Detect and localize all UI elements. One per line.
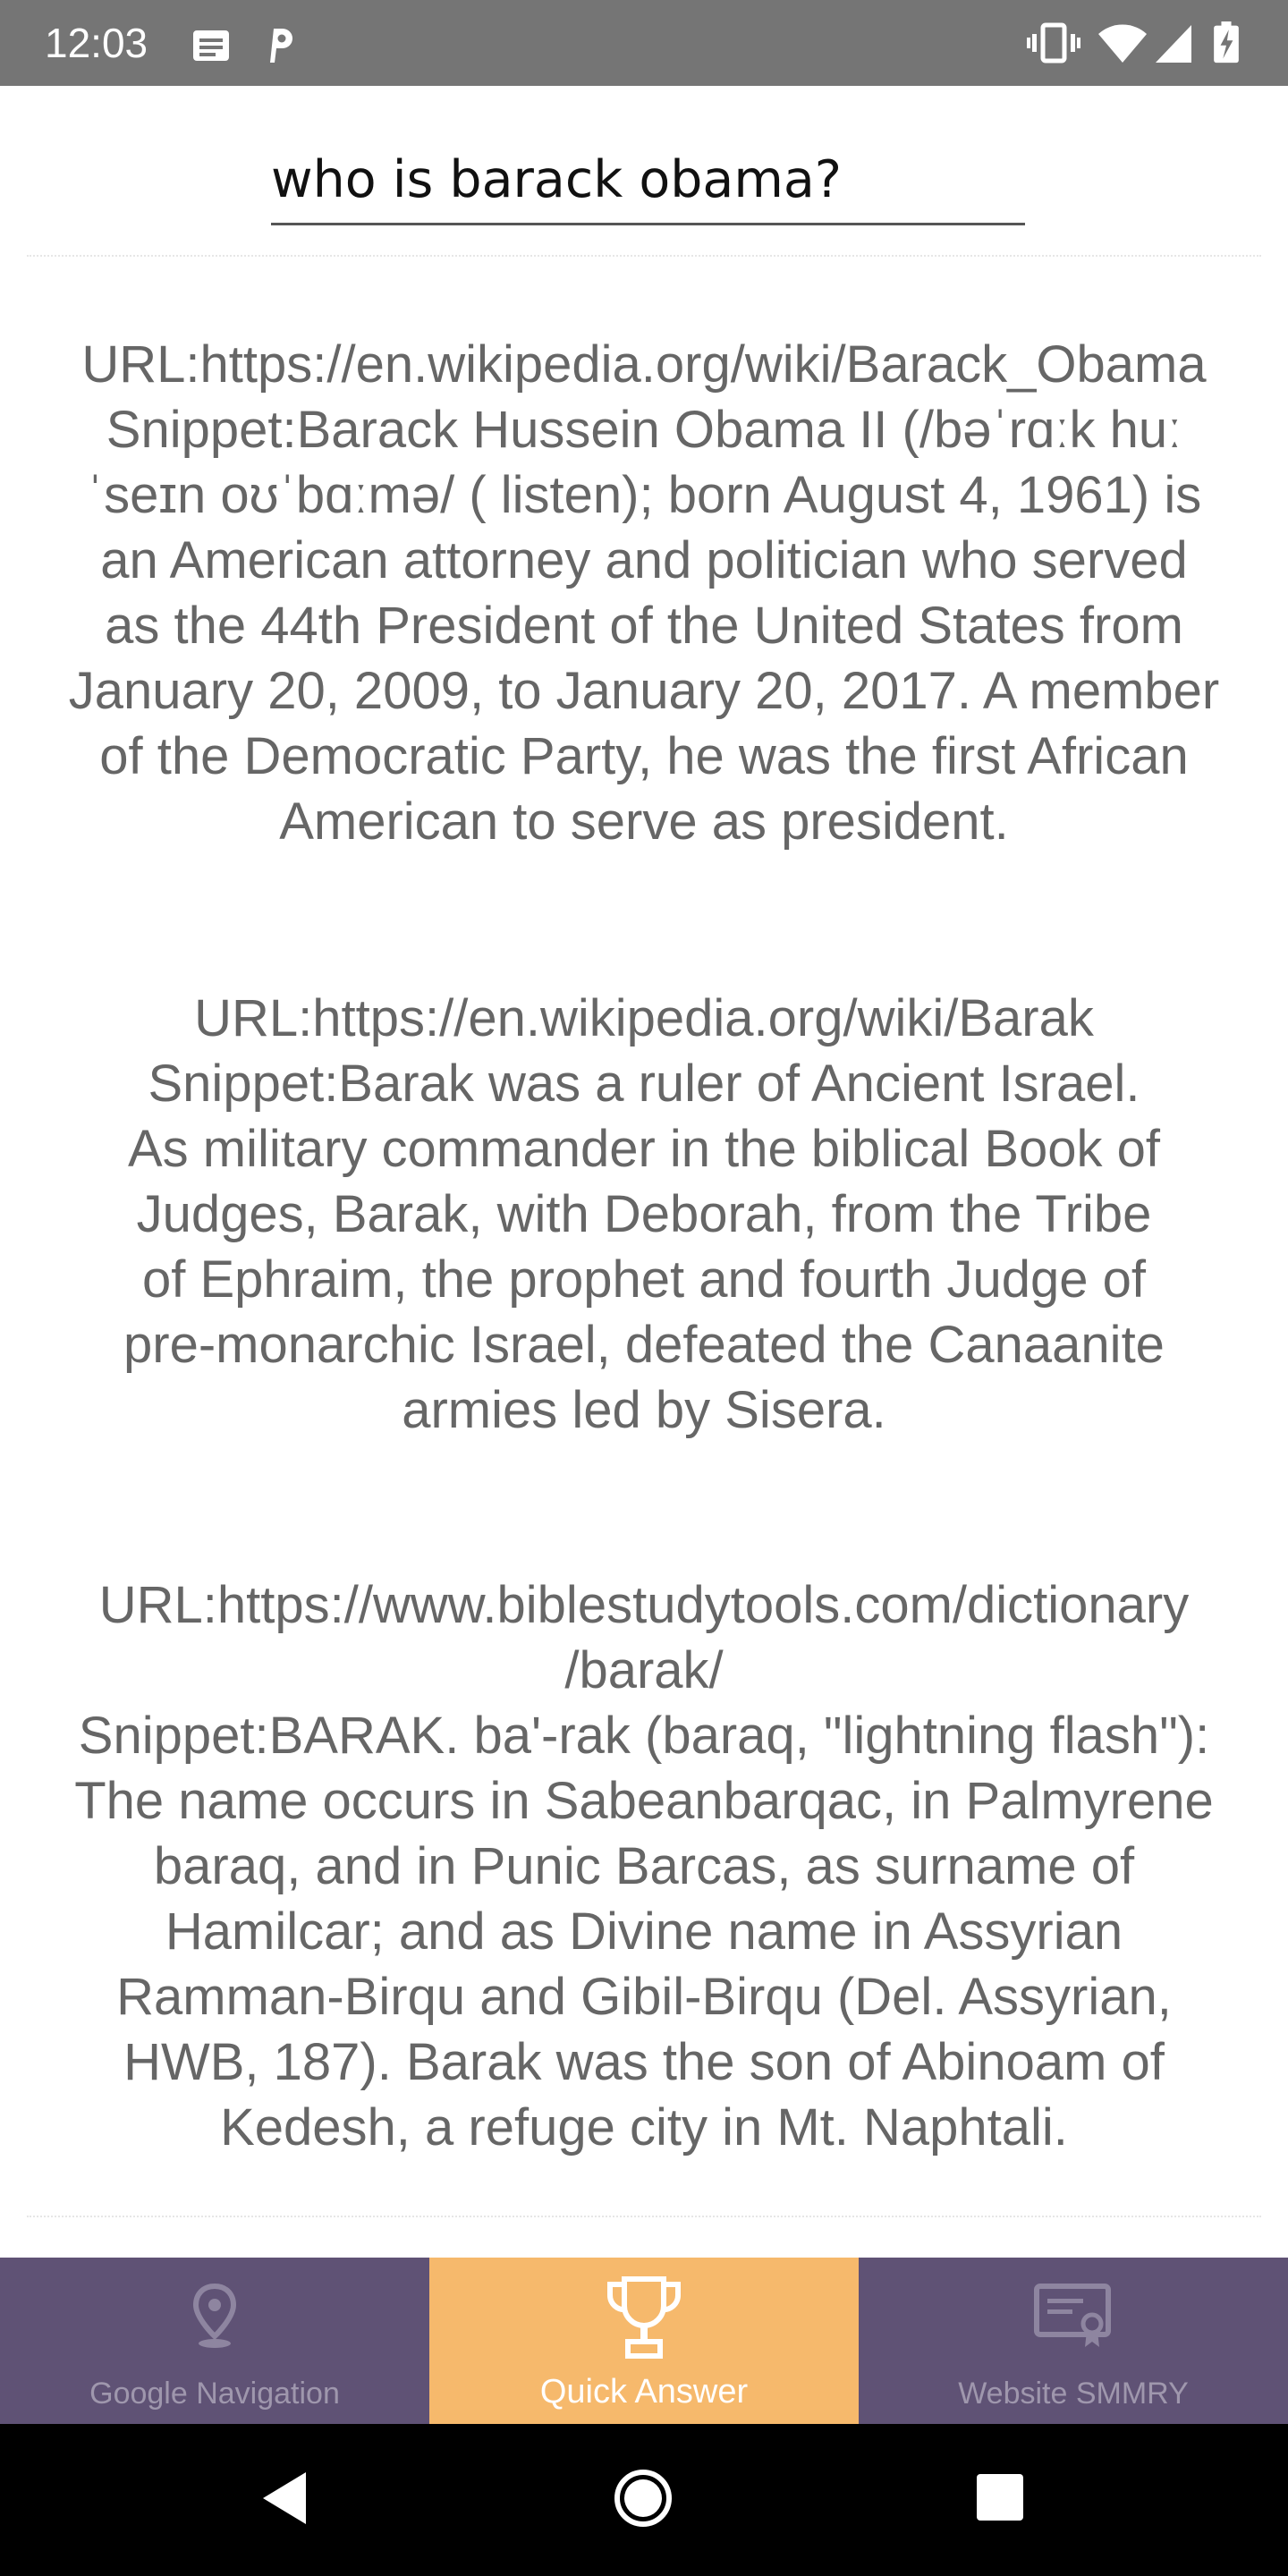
map-pin-icon xyxy=(192,2283,237,2348)
search-input[interactable] xyxy=(271,143,1025,225)
recents-icon[interactable] xyxy=(975,2472,1025,2522)
certificate-icon xyxy=(1034,2284,1111,2347)
back-icon[interactable] xyxy=(259,2469,309,2528)
wifi-icon xyxy=(1098,24,1147,63)
results-panel: URL:https://en.wikipedia.org/wiki/Barack… xyxy=(27,255,1261,2217)
tab-quick-answer[interactable]: Quick Answer xyxy=(429,2258,859,2424)
vibrate-icon xyxy=(1027,22,1080,64)
result-item: URL:https://www.biblestudytools.com/dict… xyxy=(74,1576,1214,2157)
bottom-navigation: Google Navigation Quick Answer Website S… xyxy=(0,2258,1288,2424)
message-icon xyxy=(193,30,229,61)
tab-label: Google Navigation xyxy=(89,2377,340,2411)
tab-google-navigation[interactable]: Google Navigation xyxy=(0,2258,429,2424)
status-bar: 12:03 xyxy=(0,0,1288,86)
result-item: URL:https://en.wikipedia.org/wiki/Barak … xyxy=(123,989,1165,1439)
system-navigation-bar xyxy=(0,2424,1288,2576)
home-icon[interactable] xyxy=(612,2467,674,2529)
tab-website-smmry[interactable]: Website SMMRY xyxy=(859,2258,1288,2424)
result-item: URL:https://en.wikipedia.org/wiki/Barack… xyxy=(68,335,1220,851)
signal-icon xyxy=(1156,25,1191,63)
battery-icon xyxy=(1214,21,1239,64)
tab-label: Quick Answer xyxy=(539,2373,749,2411)
trophy-icon xyxy=(606,2276,682,2359)
status-time: 12:03 xyxy=(45,20,148,66)
parking-icon xyxy=(270,29,292,63)
tab-label: Website SMMRY xyxy=(958,2377,1189,2411)
